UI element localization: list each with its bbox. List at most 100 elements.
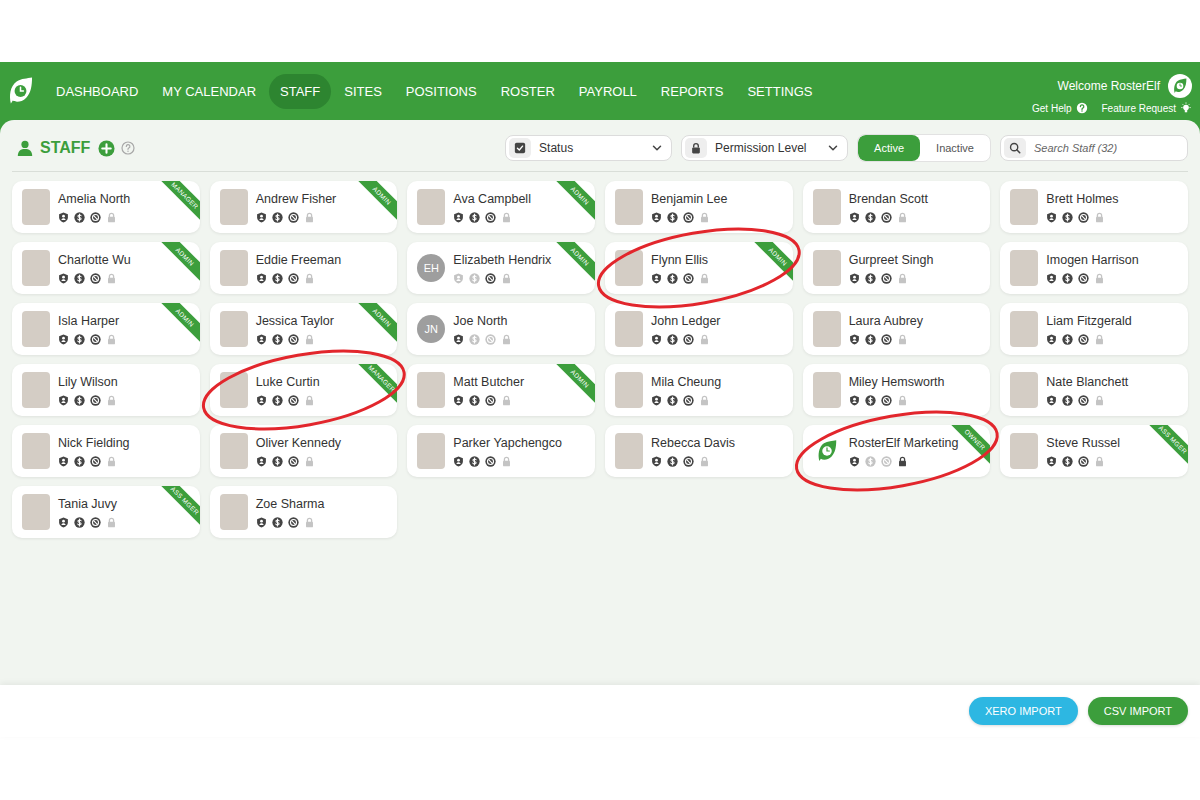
profile-shield-icon[interactable] (651, 273, 662, 284)
block-icon[interactable] (90, 212, 101, 223)
nav-item[interactable]: DASHBOARD (45, 74, 149, 109)
pay-rate-icon[interactable] (865, 334, 876, 345)
profile-shield-icon[interactable] (453, 395, 464, 406)
pay-rate-icon[interactable] (469, 334, 480, 345)
lock-icon[interactable] (897, 456, 908, 467)
block-icon[interactable] (1078, 456, 1089, 467)
pay-rate-icon[interactable] (272, 273, 283, 284)
pay-rate-icon[interactable] (667, 395, 678, 406)
lock-icon[interactable] (304, 517, 315, 528)
nav-item[interactable]: STAFF (269, 74, 331, 109)
block-icon[interactable] (881, 395, 892, 406)
block-icon[interactable] (90, 395, 101, 406)
pay-rate-icon[interactable] (74, 456, 85, 467)
staff-card[interactable]: Benjamin Lee (605, 181, 793, 233)
block-icon[interactable] (288, 273, 299, 284)
lock-icon[interactable] (699, 334, 710, 345)
profile-shield-icon[interactable] (849, 456, 860, 467)
lock-icon[interactable] (106, 456, 117, 467)
feature-request-link[interactable]: Feature Request (1102, 102, 1193, 114)
profile-shield-icon[interactable] (256, 517, 267, 528)
pay-rate-icon[interactable] (74, 334, 85, 345)
lock-icon[interactable] (1094, 395, 1105, 406)
nav-item[interactable]: MY CALENDAR (151, 74, 267, 109)
profile-shield-icon[interactable] (1046, 273, 1057, 284)
staff-card[interactable]: Brett Holmes (1000, 181, 1188, 233)
pay-rate-icon[interactable] (865, 395, 876, 406)
block-icon[interactable] (288, 334, 299, 345)
block-icon[interactable] (1078, 395, 1089, 406)
lock-icon[interactable] (897, 273, 908, 284)
lock-icon[interactable] (501, 212, 512, 223)
block-icon[interactable] (683, 212, 694, 223)
staff-card[interactable]: Nate Blanchett (1000, 364, 1188, 416)
block-icon[interactable] (683, 456, 694, 467)
pay-rate-icon[interactable] (74, 517, 85, 528)
pay-rate-icon[interactable] (1062, 273, 1073, 284)
help-icon[interactable] (121, 141, 135, 155)
lock-icon[interactable] (1094, 456, 1105, 467)
profile-shield-icon[interactable] (256, 212, 267, 223)
lock-icon[interactable] (106, 517, 117, 528)
staff-card[interactable]: MANAGERAmelia North (12, 181, 200, 233)
profile-shield-icon[interactable] (58, 273, 69, 284)
pay-rate-icon[interactable] (272, 456, 283, 467)
profile-shield-icon[interactable] (256, 395, 267, 406)
profile-shield-icon[interactable] (849, 395, 860, 406)
profile-shield-icon[interactable] (453, 334, 464, 345)
staff-card[interactable]: Imogen Harrison (1000, 242, 1188, 294)
staff-card[interactable]: Nick Fielding (12, 425, 200, 477)
pay-rate-icon[interactable] (1062, 212, 1073, 223)
pay-rate-icon[interactable] (272, 395, 283, 406)
lock-icon[interactable] (106, 395, 117, 406)
toggle-option[interactable]: Active (858, 135, 920, 161)
staff-card[interactable]: MANAGERLuke Curtin (210, 364, 398, 416)
staff-card[interactable]: ADMINFlynn Ellis (605, 242, 793, 294)
staff-card[interactable]: ADMINIsla Harper (12, 303, 200, 355)
nav-item[interactable]: REPORTS (650, 74, 735, 109)
lock-icon[interactable] (897, 395, 908, 406)
block-icon[interactable] (288, 395, 299, 406)
lock-icon[interactable] (106, 212, 117, 223)
pay-rate-icon[interactable] (865, 212, 876, 223)
nav-item[interactable]: PAYROLL (568, 74, 648, 109)
block-icon[interactable] (485, 395, 496, 406)
nav-item[interactable]: ROSTER (490, 74, 566, 109)
pay-rate-icon[interactable] (667, 334, 678, 345)
profile-shield-icon[interactable] (256, 273, 267, 284)
pay-rate-icon[interactable] (1062, 334, 1073, 345)
profile-shield-icon[interactable] (453, 456, 464, 467)
block-icon[interactable] (1078, 212, 1089, 223)
staff-card[interactable]: ADMINAva Campbell (407, 181, 595, 233)
staff-card[interactable]: Rebecca Davis (605, 425, 793, 477)
profile-shield-icon[interactable] (1046, 212, 1057, 223)
pay-rate-icon[interactable] (667, 212, 678, 223)
block-icon[interactable] (485, 334, 496, 345)
staff-card[interactable]: Liam Fitzgerald (1000, 303, 1188, 355)
staff-card[interactable]: OWNERRosterElf Marketing (803, 425, 991, 477)
lock-icon[interactable] (501, 334, 512, 345)
block-icon[interactable] (881, 334, 892, 345)
rosterelf-logo-icon[interactable] (8, 75, 33, 107)
block-icon[interactable] (881, 212, 892, 223)
lock-icon[interactable] (699, 395, 710, 406)
add-staff-icon[interactable] (98, 140, 115, 157)
block-icon[interactable] (485, 212, 496, 223)
lock-icon[interactable] (106, 334, 117, 345)
filter-select[interactable]: Permission Level (681, 135, 848, 161)
pay-rate-icon[interactable] (469, 212, 480, 223)
block-icon[interactable] (683, 273, 694, 284)
pay-rate-icon[interactable] (469, 395, 480, 406)
staff-card[interactable]: Miley Hemsworth (803, 364, 991, 416)
nav-item[interactable]: SITES (333, 74, 393, 109)
staff-card[interactable]: Lily Wilson (12, 364, 200, 416)
lock-icon[interactable] (501, 273, 512, 284)
profile-shield-icon[interactable] (58, 334, 69, 345)
profile-shield-icon[interactable] (1046, 334, 1057, 345)
pay-rate-icon[interactable] (667, 273, 678, 284)
block-icon[interactable] (90, 456, 101, 467)
lock-icon[interactable] (1094, 334, 1105, 345)
staff-card[interactable]: ADMINCharlotte Wu (12, 242, 200, 294)
profile-shield-icon[interactable] (58, 395, 69, 406)
block-icon[interactable] (683, 395, 694, 406)
